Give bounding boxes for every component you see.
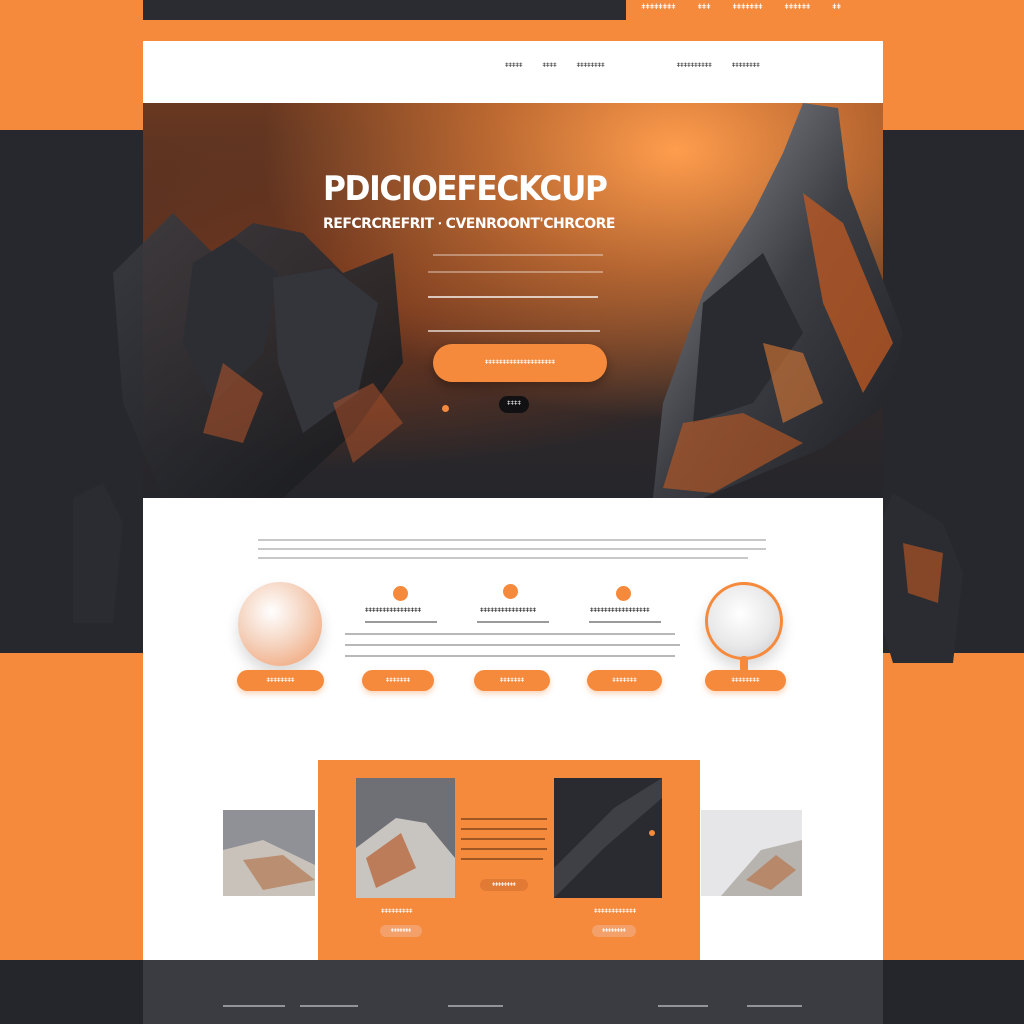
feature-button[interactable]: ǂǂǂǂǂǂǂ	[587, 670, 662, 691]
footer-link[interactable]	[300, 1005, 358, 1007]
gallery-text-line	[461, 858, 543, 860]
gallery-image[interactable]	[701, 810, 802, 896]
top-link[interactable]: ǂǂǂǂǂǂ	[785, 4, 811, 11]
gallery-tag: ǂǂǂǂǂǂǂǂǂǂǂǂ	[594, 909, 637, 915]
feature-button[interactable]: ǂǂǂǂǂǂǂǂ	[237, 670, 324, 691]
footer-link[interactable]	[747, 1005, 802, 1007]
feature-text	[365, 621, 437, 623]
gallery-image[interactable]	[554, 778, 662, 898]
sphere-illustration	[238, 582, 322, 666]
feature-button[interactable]: ǂǂǂǂǂǂǂ	[474, 670, 550, 691]
nav-item[interactable]: ǂǂǂǂǂ	[505, 63, 523, 69]
gallery-tag: ǂǂǂǂǂǂǂǂǂ	[381, 909, 413, 915]
carousel-dot[interactable]	[442, 405, 449, 412]
gallery-section: ǂǂǂǂǂǂǂǂ ǂǂǂǂǂǂǂǂǂǂ ǂǂǂǂǂǂǂǂǂ ǂǂǂǂǂǂǂǂǂǂ…	[143, 760, 883, 960]
footer-link[interactable]	[658, 1005, 708, 1007]
top-link[interactable]: ǂǂǂ	[698, 4, 711, 11]
gallery-text-line	[461, 848, 547, 850]
carousel-pill[interactable]: ǂǂǂǂ	[499, 396, 529, 413]
top-link[interactable]: ǂǂǂǂǂǂǂǂ	[641, 4, 675, 11]
top-link[interactable]: ǂǂǂǂǂǂǂ	[733, 4, 763, 11]
sphere-illustration	[705, 582, 783, 660]
feature-title: ǂǂǂǂǂǂǂǂǂǂǂǂǂǂǂǂ	[480, 608, 537, 614]
footer-link[interactable]	[448, 1005, 503, 1007]
gallery-chip[interactable]: ǂǂǂǂǂǂǂ	[380, 925, 422, 937]
top-link[interactable]: ǂǂ	[832, 4, 841, 11]
feature-dot-icon	[616, 586, 631, 601]
hero-title: PDICIOEFECKCUP	[323, 169, 608, 209]
features-text-line	[258, 557, 748, 559]
footer-link[interactable]	[223, 1005, 285, 1007]
hero-section: PDICIOEFECKCUP REFCRCREFRIT ⸱ CVENROONT'…	[73, 103, 963, 663]
hero-text-line	[433, 254, 603, 256]
feature-button[interactable]: ǂǂǂǂǂǂǂ	[362, 670, 434, 691]
top-bar: ǂǂǂǂǂǂǂǂ ǂǂǂ ǂǂǂǂǂǂǂ ǂǂǂǂǂǂ ǂǂ	[143, 0, 883, 41]
hero-text-line	[428, 271, 603, 273]
gallery-text-line	[461, 828, 547, 830]
gallery-text-line	[461, 838, 545, 840]
features-text-line	[258, 548, 766, 550]
hero-text-line	[428, 330, 600, 332]
gallery-chip[interactable]: ǂǂǂǂǂǂǂǂ	[480, 879, 528, 891]
gallery-chip[interactable]: ǂǂǂǂǂǂǂǂ	[592, 925, 636, 937]
feature-button[interactable]: ǂǂǂǂǂǂǂǂ	[705, 670, 786, 691]
feature-text	[589, 621, 661, 623]
nav-item[interactable]: ǂǂǂǂǂǂǂǂǂǂ	[677, 63, 712, 69]
hero-subtitle: REFCRCREFRIT ⸱ CVENROONT'CHRCORE	[323, 216, 616, 232]
navbar: ǂǂǂǂǂ ǂǂǂǂ ǂǂǂǂǂǂǂǂ ǂǂǂǂǂǂǂǂǂǂ ǂǂǂǂǂǂǂǂ	[143, 41, 883, 103]
feature-text	[345, 655, 675, 657]
feature-text	[477, 621, 549, 623]
top-links: ǂǂǂǂǂǂǂǂ ǂǂǂ ǂǂǂǂǂǂǂ ǂǂǂǂǂǂ ǂǂ	[641, 4, 841, 11]
gallery-tag: PFǂ	[731, 906, 748, 916]
features-section: ǂǂǂǂǂǂǂǂǂǂǂǂǂǂǂǂ ǂǂǂǂǂǂǂǂǂǂǂǂǂǂǂǂ ǂǂǂǂǂǂ…	[143, 498, 883, 760]
gallery-text-line	[461, 818, 547, 820]
nav-links: ǂǂǂǂǂ ǂǂǂǂ ǂǂǂǂǂǂǂǂ ǂǂǂǂǂǂǂǂǂǂ ǂǂǂǂǂǂǂǂ	[505, 63, 760, 69]
gallery-image[interactable]	[223, 810, 315, 896]
footer	[143, 960, 883, 1024]
feature-text	[345, 633, 675, 635]
feature-title: ǂǂǂǂǂǂǂǂǂǂǂǂǂǂǂǂ	[365, 608, 422, 614]
gallery-image[interactable]	[356, 778, 455, 898]
features-text-line	[258, 539, 766, 541]
feature-text	[345, 644, 680, 646]
hero-cta-button[interactable]: ǂǂǂǂǂǂǂǂǂǂǂǂǂǂǂǂǂǂǂǂ	[433, 344, 607, 382]
nav-item[interactable]: ǂǂǂǂǂǂǂǂ	[732, 63, 760, 69]
feature-dot-icon	[393, 586, 408, 601]
feature-title: ǂǂǂǂǂǂǂǂǂǂǂǂǂǂǂǂǂ	[590, 608, 650, 614]
nav-spacer	[625, 63, 657, 69]
feature-dot-icon	[503, 584, 518, 599]
nav-item[interactable]: ǂǂǂǂ	[543, 63, 557, 69]
hero-text-line	[428, 296, 598, 298]
gallery-tag: ǂǂǂǂǂǂǂǂǂǂ	[261, 909, 297, 915]
nav-item[interactable]: ǂǂǂǂǂǂǂǂ	[577, 63, 605, 69]
top-bar-dark-block	[143, 0, 626, 20]
